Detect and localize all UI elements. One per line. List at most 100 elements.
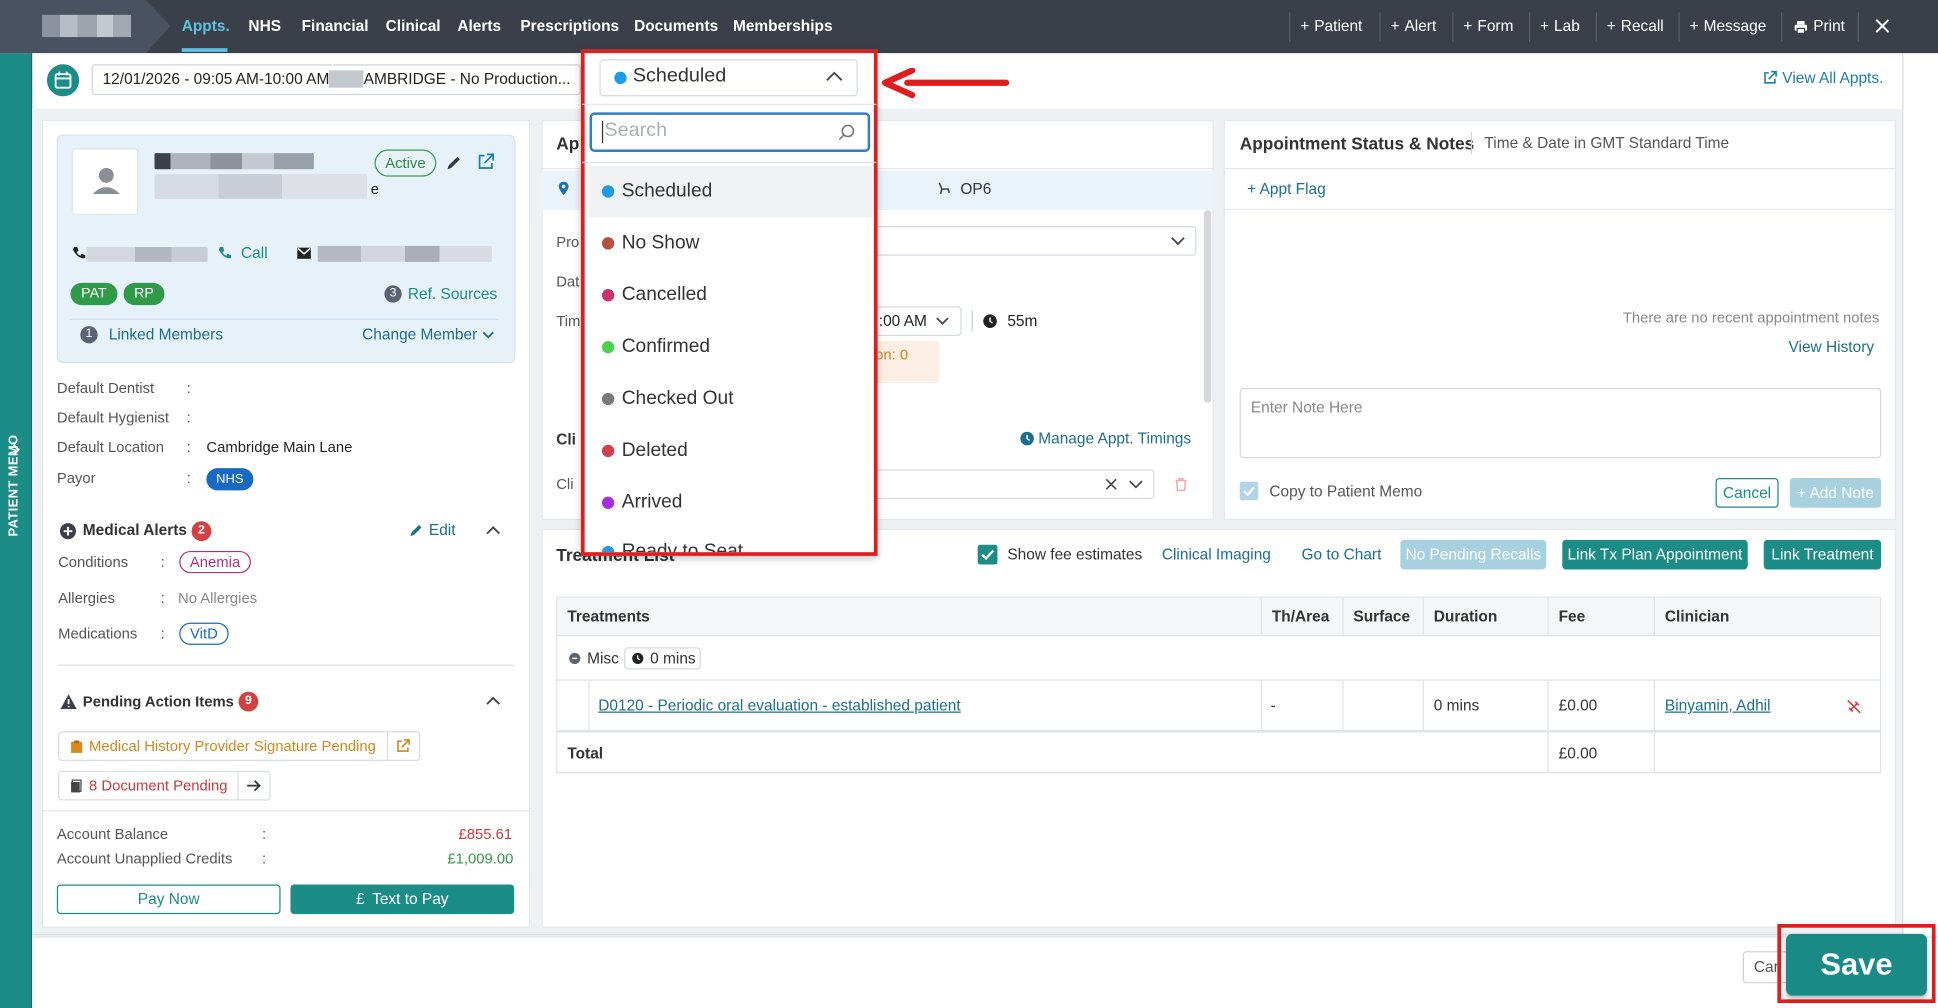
status-option-no-show[interactable]: No Show [588, 217, 872, 269]
view-history-link[interactable]: View History [1788, 338, 1874, 355]
status-option-confirmed[interactable]: Confirmed [588, 321, 872, 373]
text-to-pay-button[interactable]: £ Text to Pay [290, 884, 515, 915]
linked-members-count: 1 [80, 326, 98, 344]
active-tab-indicator [181, 48, 228, 52]
divider [1653, 732, 1656, 774]
avatar [71, 148, 139, 215]
link-treatment-button[interactable]: Link Treatment [1763, 539, 1882, 570]
status-option-checked-out[interactable]: Checked Out [588, 373, 872, 425]
status-option-ready-to-seat[interactable]: Ready to Seat [588, 529, 872, 553]
add-message-button[interactable]: + Message [1690, 0, 1767, 53]
clock-icon [983, 314, 998, 329]
status-dot [614, 71, 627, 85]
group-duration: 0 mins [650, 649, 696, 668]
chevron-up-icon[interactable] [486, 695, 501, 707]
pending-actions-title: Pending Action Items [82, 693, 234, 711]
divider [582, 161, 877, 164]
pencil-icon[interactable] [409, 523, 424, 538]
chevron-down-icon [1170, 236, 1185, 246]
add-patient-button[interactable]: + Patient [1300, 0, 1362, 53]
chevron-right-icon[interactable] [9, 442, 24, 457]
pay-now-button[interactable]: Pay Now [56, 884, 281, 915]
clinical-imaging-link[interactable]: Clinical Imaging [1162, 546, 1271, 563]
tab-financial[interactable]: Financial [302, 0, 369, 53]
copy-to-memo-checkbox[interactable] [1239, 481, 1259, 501]
col-treatments: Treatments [567, 607, 650, 626]
time-label: Tim [556, 312, 581, 330]
default-location-value: Cambridge Main Lane [206, 438, 353, 456]
provider-label: Pro [556, 233, 580, 251]
status-option-arrived[interactable]: Arrived [588, 477, 872, 529]
separator: : [186, 408, 191, 427]
tab-prescriptions[interactable]: Prescriptions [520, 0, 619, 53]
clinician-section-fragment: Cli [556, 431, 576, 449]
provider-select[interactable] [865, 226, 1197, 256]
divider [1595, 12, 1597, 43]
tab-alerts[interactable]: Alerts [457, 0, 501, 53]
add-alert-button[interactable]: + Alert [1390, 0, 1436, 53]
plus-circle-icon [59, 523, 77, 540]
call-button[interactable]: Call [241, 245, 268, 262]
divider [1342, 680, 1344, 731]
change-member-button[interactable]: Change Member [362, 326, 494, 343]
note-input[interactable]: Enter Note Here [1239, 387, 1882, 459]
linked-members-link[interactable]: Linked Members [109, 326, 223, 343]
status-option-deleted[interactable]: Deleted [588, 425, 872, 477]
phone-icon [218, 246, 233, 261]
close-icon[interactable] [1874, 16, 1891, 36]
tab-clinical[interactable]: Clinical [386, 0, 441, 53]
chevron-up-icon[interactable] [486, 525, 501, 537]
status-dot [601, 340, 615, 354]
scrollbar[interactable] [1203, 210, 1212, 403]
add-appt-flag-button[interactable]: + Appt Flag [1247, 180, 1326, 197]
add-form-button[interactable]: + Form [1463, 0, 1513, 53]
medication-tag: VitD [179, 622, 229, 645]
default-dentist-label: Default Dentist [56, 379, 155, 397]
tag-pat: PAT [70, 282, 118, 306]
divider [1452, 12, 1454, 43]
tab-documents[interactable]: Documents [634, 0, 718, 53]
go-to-chart-link[interactable]: Go to Chart [1302, 546, 1382, 563]
text-cursor [601, 121, 604, 144]
add-note-button[interactable]: + Add Note [1789, 478, 1882, 508]
payor-badge: NHS [206, 468, 254, 491]
add-lab-button[interactable]: + Lab [1540, 0, 1580, 53]
treatment-link[interactable]: D0120 - Periodic oral evaluation - estab… [598, 697, 960, 714]
print-button[interactable]: Print [1793, 0, 1845, 53]
status-dot [601, 185, 615, 198]
unlink-icon[interactable] [1847, 699, 1862, 714]
divider [1342, 597, 1344, 637]
divider [1289, 12, 1291, 43]
edit-medical-alerts-button[interactable]: Edit [429, 521, 456, 538]
save-button[interactable]: Save [1786, 933, 1927, 996]
fee-value: £0.00 [1558, 696, 1598, 715]
view-all-appts-link[interactable]: View All Appts. [1763, 69, 1883, 86]
trash-icon[interactable] [1174, 477, 1188, 492]
clear-icon[interactable] [1105, 478, 1117, 490]
arrow-right-icon[interactable] [246, 778, 262, 793]
edit-icon[interactable] [445, 154, 462, 171]
add-recall-button[interactable]: + Recall [1607, 0, 1664, 53]
redacted-patient-name [154, 153, 314, 170]
external-link-icon [1763, 70, 1778, 85]
divider [386, 731, 389, 761]
tab-nhs[interactable]: NHS [248, 0, 281, 53]
end-time-value: :00 AM [878, 312, 927, 330]
show-fee-checkbox[interactable] [977, 544, 998, 565]
production-warning-text: on: 0 [875, 345, 909, 364]
external-link-icon[interactable] [396, 739, 411, 754]
ref-sources-link[interactable]: Ref. Sources [408, 285, 497, 302]
divider [42, 810, 531, 812]
no-pending-recalls-button[interactable]: No Pending Recalls [1400, 539, 1547, 570]
tab-appts[interactable]: Appts. [182, 0, 230, 53]
link-tx-plan-button[interactable]: Link Tx Plan Appointment [1562, 539, 1748, 570]
status-option-cancelled[interactable]: Cancelled [588, 269, 872, 321]
tab-memberships[interactable]: Memberships [733, 0, 833, 53]
clinician-link[interactable]: Binyamin, Adhil [1665, 697, 1771, 714]
external-link-icon[interactable] [477, 153, 495, 170]
cancel-note-button[interactable]: Cancel [1715, 478, 1779, 508]
ref-sources-count: 3 [384, 285, 402, 303]
status-option-scheduled[interactable]: Scheduled [588, 165, 873, 218]
operatory-label: OP6 [960, 180, 992, 198]
manage-timings-link[interactable]: Manage Appt. Timings [1038, 430, 1191, 447]
